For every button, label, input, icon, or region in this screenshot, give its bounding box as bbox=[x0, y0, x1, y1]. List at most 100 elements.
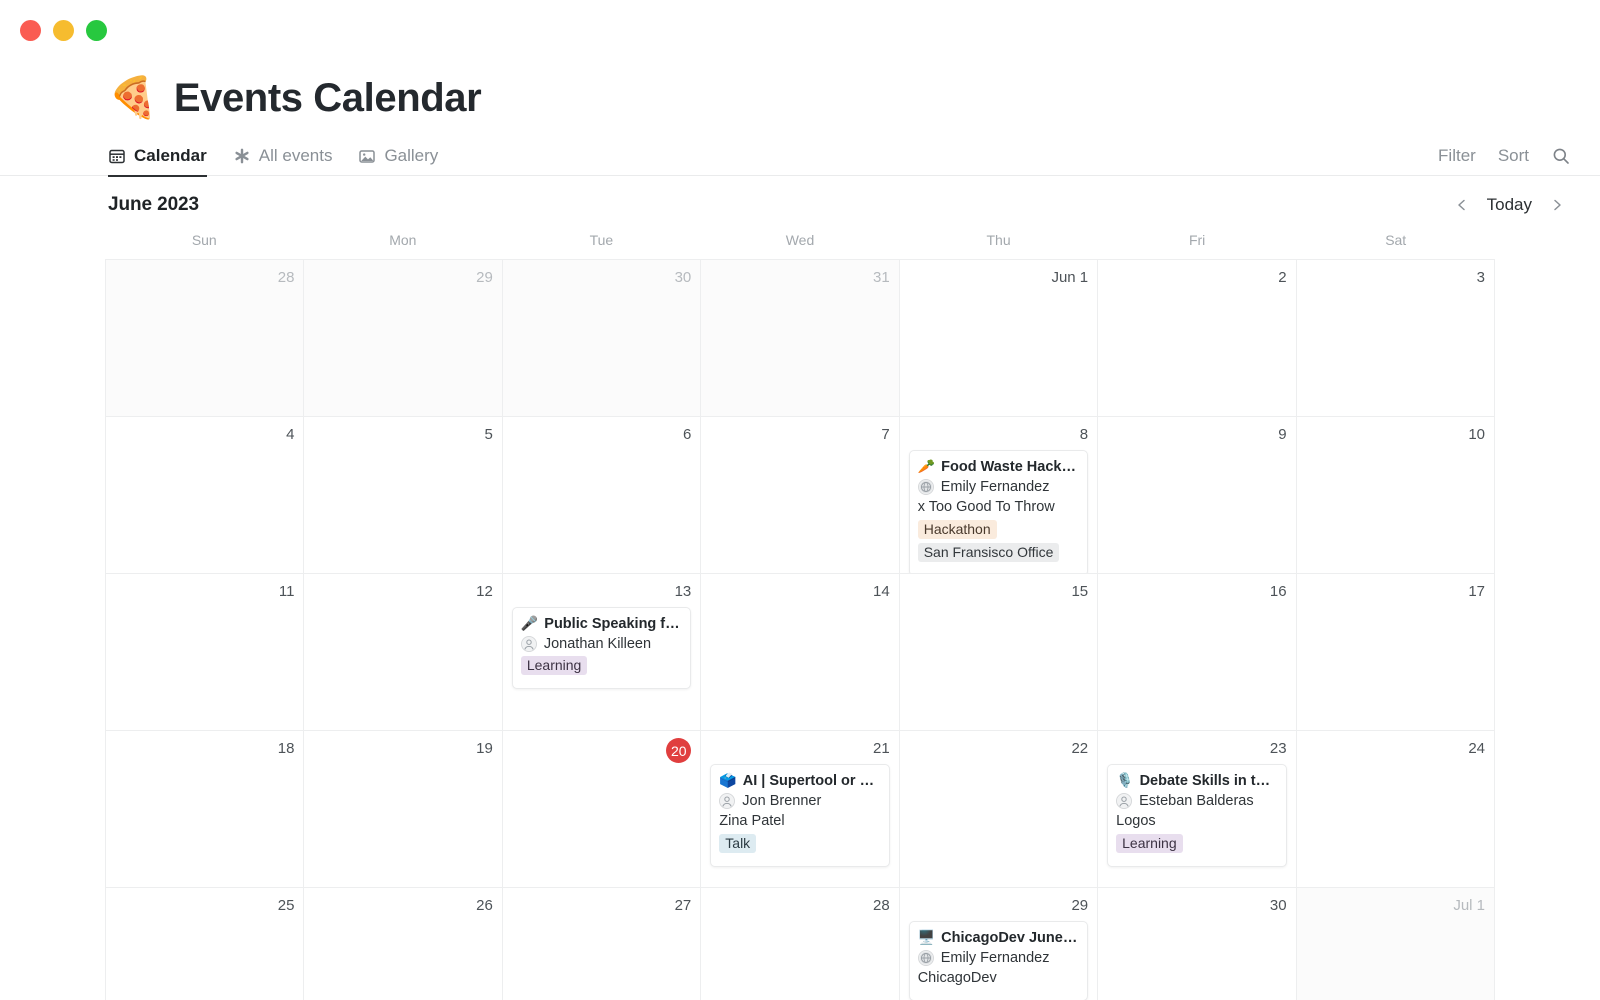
calendar-day-cell[interactable]: 7 bbox=[701, 417, 900, 574]
event-title: ChicagoDev June Me… bbox=[941, 929, 1079, 946]
event-title: Public Speaking for N… bbox=[544, 615, 682, 632]
event-person-name: Jonathan Killeen bbox=[543, 636, 652, 652]
day-number-row: Jun 1 bbox=[909, 267, 1088, 291]
calendar-day-cell[interactable]: 20 bbox=[502, 731, 702, 888]
day-number: 14 bbox=[873, 583, 890, 600]
calendar-day-cell[interactable]: 18 bbox=[106, 731, 305, 888]
day-number: 2 bbox=[1278, 269, 1287, 286]
calendar-day-cell[interactable]: 6 bbox=[502, 417, 702, 574]
calendar-day-cell[interactable]: Jul 1 bbox=[1296, 888, 1495, 1000]
calendar-day-cell[interactable]: 12 bbox=[304, 574, 503, 731]
day-number: 21 bbox=[873, 740, 890, 757]
calendar-day-cell[interactable]: 28 bbox=[701, 888, 900, 1000]
day-number-row: 24 bbox=[1306, 738, 1485, 762]
calendar-day-cell[interactable]: 26 bbox=[304, 888, 503, 1000]
event-tag: Learning bbox=[1116, 834, 1183, 853]
day-number-row: 28 bbox=[710, 895, 890, 919]
event-subtitle: ChicagoDev bbox=[917, 970, 997, 986]
day-number: 13 bbox=[674, 583, 692, 600]
calendar-day-cell[interactable]: 17 bbox=[1296, 574, 1495, 731]
calendar-nav-group: Today bbox=[1449, 192, 1570, 218]
sort-button[interactable]: Sort bbox=[1498, 146, 1529, 166]
day-number-row: 7 bbox=[710, 424, 889, 448]
calendar-week-row: 4 5 6 7 8 🥕 Food Waste Hackathon Emily Fernande… bbox=[106, 417, 1495, 574]
weekday-label: Sat bbox=[1385, 232, 1407, 248]
calendar-day-cell[interactable]: 23 🎙️ Debate Skills in the o… Esteban Balde… bbox=[1098, 731, 1297, 888]
calendar-day-cell[interactable]: 29 bbox=[304, 260, 503, 417]
event-card[interactable]: 🗳️ AI | Supertool or supe… Jon Brenner Zina… bbox=[710, 764, 890, 867]
day-number-row: 25 bbox=[115, 895, 295, 919]
event-card[interactable]: 🎙️ Debate Skills in the o… Esteban Baldera… bbox=[1107, 764, 1287, 867]
calendar-day-cell[interactable]: 19 bbox=[304, 731, 503, 888]
day-number: 7 bbox=[881, 426, 890, 443]
chevron-right-icon[interactable] bbox=[1544, 192, 1570, 218]
calendar-day-cell[interactable]: 29 🖥️ ChicagoDev June Me… Emily Fernandez Ch… bbox=[899, 888, 1099, 1000]
calendar-day-cell[interactable]: 8 🥕 Food Waste Hackathon Emily Fernandez x T… bbox=[899, 417, 1099, 574]
calendar-day-cell[interactable]: 16 bbox=[1098, 574, 1297, 731]
filter-button[interactable]: Filter bbox=[1438, 146, 1476, 166]
day-number-row: 8 bbox=[909, 424, 1088, 448]
calendar-day-cell[interactable]: 5 bbox=[304, 417, 503, 574]
minimize-window-button[interactable] bbox=[53, 19, 74, 41]
tab-calendar[interactable]: Calendar bbox=[108, 146, 207, 177]
calendar-day-cell[interactable]: 3 bbox=[1296, 260, 1495, 417]
today-button[interactable]: Today bbox=[1481, 192, 1538, 218]
calendar-day-cell[interactable]: Jun 1 bbox=[899, 260, 1099, 417]
weekday-label: Wed bbox=[785, 232, 815, 248]
day-number-row: 26 bbox=[313, 895, 493, 919]
event-title-row: 🖥️ ChicagoDev June Me… bbox=[918, 929, 1079, 946]
event-tag: Talk bbox=[719, 834, 757, 853]
day-number-row: 15 bbox=[909, 581, 1088, 605]
day-number: 28 bbox=[873, 897, 890, 914]
page-header: 🍕 Events Calendar bbox=[0, 60, 1600, 128]
current-month-label: June 2023 bbox=[108, 194, 199, 215]
event-emoji-icon: 🎙️ bbox=[1116, 772, 1134, 788]
day-number-row: 13 bbox=[512, 581, 692, 605]
calendar-day-cell[interactable]: 21 🗳️ AI | Supertool or supe… Jon Brenner Zi… bbox=[701, 731, 900, 888]
calendar-day-cell[interactable]: 28 bbox=[106, 260, 305, 417]
tab-label: Gallery bbox=[384, 146, 439, 165]
calendar-day-cell[interactable]: 22 bbox=[899, 731, 1099, 888]
day-number: 9 bbox=[1278, 426, 1287, 443]
calendar-day-cell[interactable]: 30 bbox=[502, 260, 702, 417]
calendar-day-cell[interactable]: 14 bbox=[701, 574, 900, 731]
avatar bbox=[719, 793, 736, 809]
day-number-row: 9 bbox=[1107, 424, 1286, 448]
day-number-row: 12 bbox=[313, 581, 493, 605]
avatar bbox=[1116, 793, 1133, 809]
calendar-day-cell[interactable]: 27 bbox=[502, 888, 702, 1000]
event-card[interactable]: 🥕 Food Waste Hackathon Emily Fernandez x To… bbox=[908, 450, 1089, 573]
day-number-row: 11 bbox=[115, 581, 295, 605]
view-tabs: Calendar All events Gallery bbox=[108, 146, 438, 177]
event-person-row: Emily Fernandez bbox=[917, 950, 1079, 966]
search-icon[interactable] bbox=[1551, 147, 1570, 166]
calendar-day-cell[interactable]: 25 bbox=[106, 888, 305, 1000]
day-number-row: 2 bbox=[1107, 267, 1286, 291]
tab-all-events[interactable]: All events bbox=[233, 146, 332, 176]
day-number-row: 19 bbox=[313, 738, 493, 762]
calendar-day-cell[interactable]: 4 bbox=[106, 417, 305, 574]
chevron-left-icon[interactable] bbox=[1449, 192, 1475, 218]
calendar-day-cell[interactable]: 30 bbox=[1098, 888, 1297, 1000]
close-window-button[interactable] bbox=[20, 19, 41, 41]
calendar-day-cell[interactable]: 31 bbox=[701, 260, 900, 417]
event-emoji-icon: 🥕 bbox=[917, 458, 936, 474]
calendar-day-cell[interactable]: 9 bbox=[1098, 417, 1297, 574]
calendar-week-row: 25 26 27 28 29 🖥️ ChicagoDev June Me… Emily Fer… bbox=[106, 888, 1495, 1000]
event-tag: Learning bbox=[520, 656, 588, 675]
event-emoji-icon: 🗳️ bbox=[719, 772, 737, 788]
calendar-day-cell[interactable]: 2 bbox=[1098, 260, 1297, 417]
event-card[interactable]: 🖥️ ChicagoDev June Me… Emily Fernandez Chic… bbox=[908, 921, 1089, 1000]
calendar-day-cell[interactable]: 24 bbox=[1296, 731, 1495, 888]
event-person-name: Esteban Balderas bbox=[1139, 793, 1254, 809]
maximize-window-button[interactable] bbox=[86, 19, 107, 41]
calendar-day-cell[interactable]: 13 🎤 Public Speaking for N… Jonathan Killee… bbox=[502, 574, 702, 731]
tab-gallery[interactable]: Gallery bbox=[358, 146, 438, 176]
calendar-day-cell[interactable]: 15 bbox=[899, 574, 1099, 731]
month-navigation-bar: June 2023 Today bbox=[0, 176, 1600, 232]
calendar-day-cell[interactable]: 10 bbox=[1296, 417, 1495, 574]
day-number: Jul 1 bbox=[1453, 897, 1485, 914]
event-card[interactable]: 🎤 Public Speaking for N… Jonathan Killeen L… bbox=[511, 607, 692, 689]
calendar-day-cell[interactable]: 11 bbox=[106, 574, 305, 731]
day-number-row: 23 bbox=[1107, 738, 1287, 762]
